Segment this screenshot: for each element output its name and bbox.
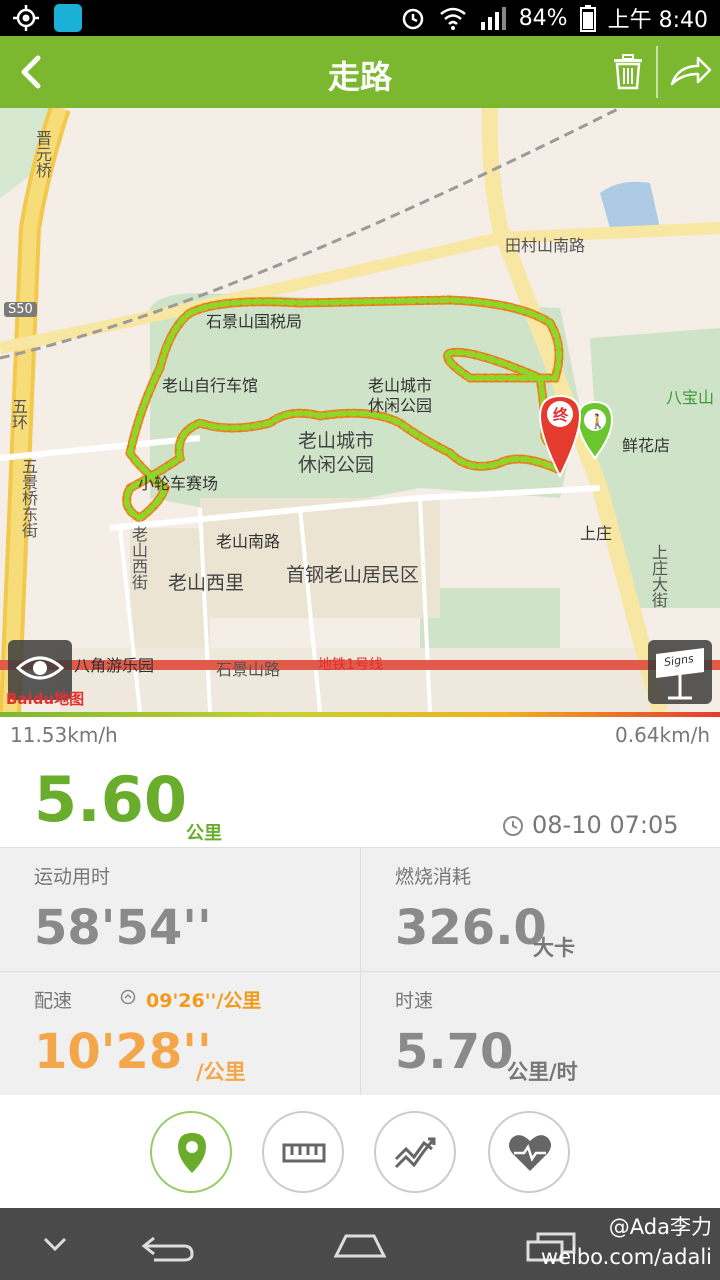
tab-trend[interactable] xyxy=(374,1111,456,1193)
speed-legend: 11.53km/h 0.64km/h xyxy=(0,717,720,753)
header-divider xyxy=(656,46,658,98)
ruler-icon xyxy=(282,1143,326,1163)
signpost-icon xyxy=(656,648,704,700)
label-subway: 地铁1号线 xyxy=(318,657,383,673)
back-button[interactable] xyxy=(14,52,54,92)
label-bajiao: 八角游乐园 xyxy=(74,656,155,675)
tab-heart-rate[interactable] xyxy=(488,1111,570,1193)
label-shijingshan-rd: 石景山路 xyxy=(216,660,281,679)
battery-icon xyxy=(579,5,596,32)
label-bike-hall: 老山自行车馆 xyxy=(162,376,259,395)
map-pin-icon xyxy=(178,1133,206,1173)
detail-tabs xyxy=(0,1095,720,1208)
calories-value: 326.0 xyxy=(395,900,547,956)
label-wuhuan: 五环 xyxy=(9,398,28,430)
signpost-button[interactable]: Signs xyxy=(648,640,712,704)
status-bar: 84% 上午 8:40 xyxy=(0,0,720,36)
baidu-map-logo: Baidu地图 xyxy=(6,690,85,708)
map-canvas: 🚶 xyxy=(0,108,720,712)
watermark-url: weibo.com/adali xyxy=(540,1245,712,1269)
speed-value: 5.70 xyxy=(395,1024,514,1080)
pace-cell: 配速 09'26''/公里 10'28'' /公里 xyxy=(0,972,360,1096)
label-laoshan-south: 老山南路 xyxy=(216,532,281,551)
huawei-app-icon xyxy=(54,4,82,32)
label-tiancun: 田村山南路 xyxy=(505,236,586,255)
clock-icon xyxy=(503,816,523,836)
duration-value: 58'54'' xyxy=(34,900,212,956)
best-pace-icon xyxy=(120,989,136,1005)
app-header: 走路 xyxy=(0,36,720,108)
delete-button[interactable] xyxy=(612,54,644,90)
chevron-down-icon[interactable] xyxy=(40,1222,70,1266)
watermark-handle: @Ada李力 xyxy=(608,1215,712,1239)
summary-panel: 5.60 公里 08-10 07:05 xyxy=(0,753,720,847)
duration-cell: 运动用时 58'54'' xyxy=(0,848,360,972)
speed-label: 时速 xyxy=(395,990,434,1012)
home-nav-button[interactable] xyxy=(332,1222,388,1266)
calories-unit: 大卡 xyxy=(533,936,575,960)
calories-cell: 燃烧消耗 326.0 大卡 xyxy=(360,848,720,972)
distance-value: 5.60 xyxy=(34,763,187,836)
label-flower: 鲜花店 xyxy=(622,436,671,455)
label-babao: 八宝山 xyxy=(666,388,715,407)
back-nav-button[interactable] xyxy=(140,1222,196,1266)
svg-text:🚶: 🚶 xyxy=(589,413,606,430)
duration-label: 运动用时 xyxy=(34,866,111,888)
tab-splits[interactable] xyxy=(262,1111,344,1193)
pace-label: 配速 xyxy=(34,990,73,1012)
battery-level: 84% xyxy=(518,5,568,31)
distance-unit: 公里 xyxy=(186,823,222,844)
label-park-big-2: 休闲公园 xyxy=(298,454,375,476)
label-shougang: 首钢老山居民区 xyxy=(286,564,420,586)
best-pace: 09'26''/公里 xyxy=(146,990,262,1012)
label-bmx: 小轮车赛场 xyxy=(138,474,219,493)
stats-grid: 运动用时 58'54'' 燃烧消耗 326.0 大卡 配速 09'26''/公里… xyxy=(0,847,720,1096)
alarm-icon xyxy=(402,8,423,30)
activity-datetime: 08-10 07:05 xyxy=(532,811,679,839)
max-speed: 11.53km/h xyxy=(10,723,118,747)
end-marker-label: 终 xyxy=(553,406,569,424)
trend-chart-icon xyxy=(394,1137,436,1169)
clock: 上午 8:40 xyxy=(607,8,708,33)
tab-map[interactable] xyxy=(150,1111,232,1193)
share-button[interactable] xyxy=(668,54,712,90)
calories-label: 燃烧消耗 xyxy=(395,866,472,888)
label-laoshan-xili: 老山西里 xyxy=(168,572,245,594)
label-park-big-1: 老山城市 xyxy=(298,430,375,452)
signal-icon xyxy=(480,7,506,30)
min-speed: 0.64km/h xyxy=(614,723,710,747)
label-laoshan-west: 老山西街 xyxy=(129,526,148,590)
label-park-poi-2: 休闲公园 xyxy=(368,396,433,415)
heart-rate-icon xyxy=(509,1135,551,1171)
weibo-watermark: @Ada李力 weibo.com/adali xyxy=(541,1212,712,1272)
pace-unit: /公里 xyxy=(196,1060,246,1084)
location-icon xyxy=(13,5,39,31)
label-shangzhuang: 上庄 xyxy=(580,524,613,543)
label-wujingqiao: 五景桥东街 xyxy=(19,458,38,538)
speed-unit: 公里/时 xyxy=(507,1060,578,1084)
label-s50: S50 xyxy=(4,302,37,317)
route-map[interactable]: 🚶 终 晋元桥 S50 五环 五景桥东街 田村山南路 石景山国税局 老山自行车馆… xyxy=(0,108,720,712)
label-shijingshan-tax: 石景山国税局 xyxy=(206,312,303,331)
label-shangzhuang-st: 上庄大街 xyxy=(649,544,668,608)
wifi-icon xyxy=(439,7,466,30)
speed-cell: 时速 5.70 公里/时 xyxy=(360,972,720,1096)
pace-value: 10'28'' xyxy=(34,1024,212,1080)
label-jinyuan-bridge: 晋元桥 xyxy=(33,130,52,178)
